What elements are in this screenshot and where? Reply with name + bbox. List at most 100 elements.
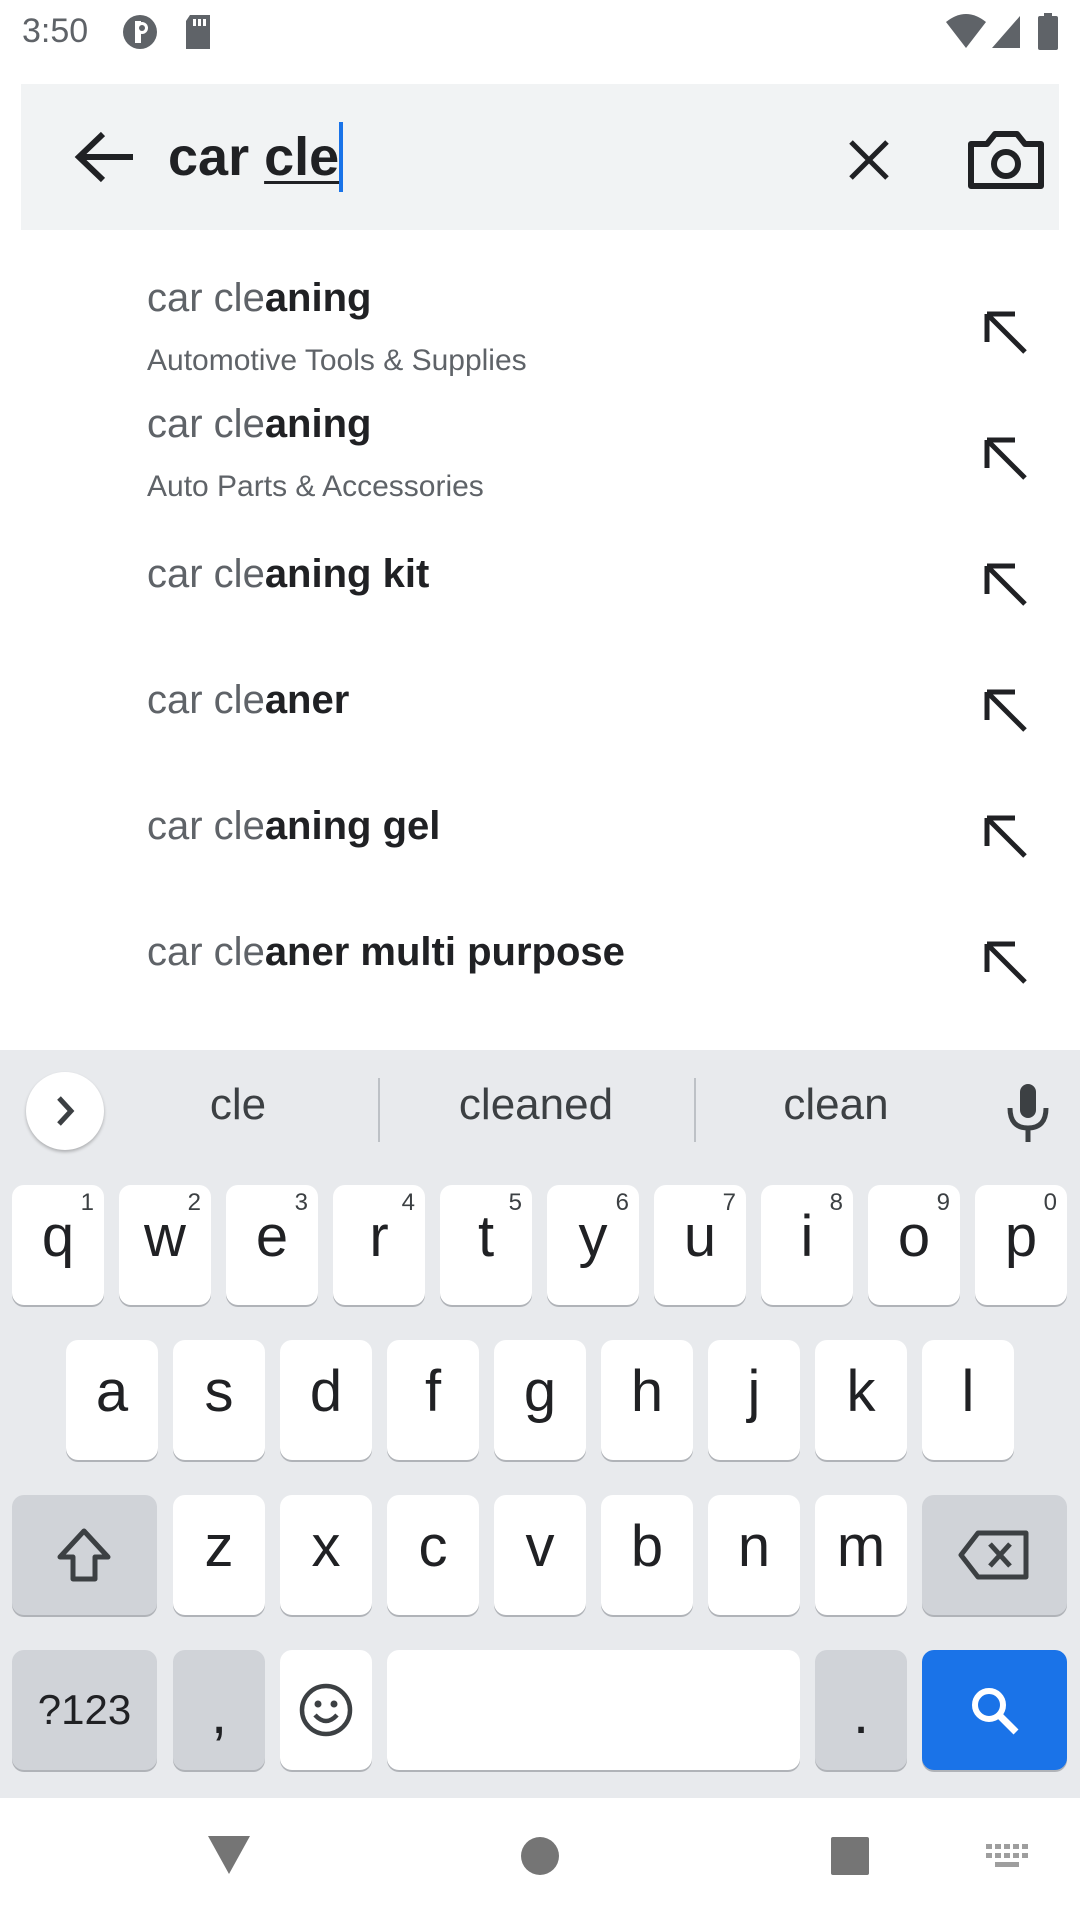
suggestion-completion: aner [264, 678, 350, 722]
key-e[interactable]: 3e [226, 1185, 318, 1305]
key-c[interactable]: c [387, 1495, 479, 1615]
emoji-key[interactable] [280, 1650, 372, 1770]
fill-query-arrow-icon[interactable] [975, 680, 1035, 740]
comma-key[interactable]: , [173, 1650, 265, 1770]
camera-search-button[interactable] [961, 120, 1051, 200]
key-l[interactable]: l [922, 1340, 1014, 1460]
suggestion-item[interactable]: car cleaner multi purpose [0, 896, 1080, 1022]
microphone-icon [1007, 1084, 1049, 1142]
key-r[interactable]: 4r [333, 1185, 425, 1305]
backspace-key[interactable] [922, 1495, 1067, 1615]
suggestion-completion: aning [264, 276, 372, 320]
key-label: , [210, 1681, 228, 1746]
shift-key[interactable] [12, 1495, 157, 1615]
key-x[interactable]: x [280, 1495, 372, 1615]
key-label: s [204, 1359, 234, 1424]
key-label: p [1004, 1204, 1038, 1269]
recents-square-icon[interactable] [830, 1836, 870, 1876]
key-label: i [800, 1204, 814, 1269]
key-label: b [630, 1514, 664, 1579]
fill-query-arrow-icon[interactable] [975, 428, 1035, 488]
key-z[interactable]: z [173, 1495, 265, 1615]
key-j[interactable]: j [708, 1340, 800, 1460]
key-label: z [204, 1514, 234, 1579]
search-icon [972, 1688, 1019, 1735]
suggestion-item[interactable]: car cleaning Automotive Tools & Supplies [0, 266, 1080, 392]
key-label: c [418, 1514, 448, 1579]
suggestion-typed: car cle [147, 930, 265, 974]
key-f[interactable]: f [387, 1340, 479, 1460]
fill-query-arrow-icon[interactable] [975, 932, 1035, 992]
word-suggestion[interactable]: clean [716, 1080, 956, 1130]
key-a[interactable]: a [66, 1340, 158, 1460]
text-caret [339, 122, 344, 192]
key-label: r [369, 1204, 389, 1269]
chevron-right-icon [57, 1096, 75, 1126]
key-label: o [897, 1204, 931, 1269]
key-m[interactable]: m [815, 1495, 907, 1615]
key-q[interactable]: 1q [12, 1185, 104, 1305]
key-label: f [424, 1359, 442, 1424]
system-nav-bar [0, 1798, 1080, 1920]
key-k[interactable]: k [815, 1340, 907, 1460]
suggestion-item[interactable]: car cleaning kit [0, 518, 1080, 644]
key-label: y [578, 1204, 608, 1269]
fill-query-arrow-icon[interactable] [975, 806, 1035, 866]
word-suggestion[interactable]: cle [150, 1080, 326, 1130]
sd-card-icon [186, 15, 210, 49]
key-label: h [630, 1359, 664, 1424]
suggestion-typed: car cle [147, 552, 265, 596]
suggestion-completion: aner multi purpose [264, 930, 625, 974]
key-v[interactable]: v [494, 1495, 586, 1615]
fill-query-arrow-icon[interactable] [975, 554, 1035, 614]
word-suggestion[interactable]: cleaned [400, 1080, 672, 1130]
suggestion-item[interactable]: car cleaning Auto Parts & Accessories [0, 392, 1080, 518]
back-button[interactable] [61, 122, 151, 192]
search-input[interactable]: car cle [168, 122, 344, 192]
key-label: m [836, 1514, 886, 1579]
toolbar-expand-button[interactable] [26, 1072, 104, 1150]
key-b[interactable]: b [601, 1495, 693, 1615]
key-n[interactable]: n [708, 1495, 800, 1615]
key-d[interactable]: d [280, 1340, 372, 1460]
suggestion-text: car cleaner [147, 678, 349, 723]
suggestion-item[interactable]: car cleaning gel [0, 770, 1080, 896]
fill-query-arrow-icon[interactable] [975, 302, 1035, 362]
key-label: v [525, 1514, 555, 1579]
key-s[interactable]: s [173, 1340, 265, 1460]
wifi-icon [946, 14, 986, 48]
backspace-icon [958, 1530, 1029, 1580]
key-i[interactable]: 8i [761, 1185, 853, 1305]
divider [378, 1078, 380, 1142]
period-key[interactable]: . [815, 1650, 907, 1770]
key-t[interactable]: 5t [440, 1185, 532, 1305]
on-screen-keyboard: cle cleaned clean 1q 2w 3e 4r 5t 6y 7u 8… [0, 1050, 1080, 1798]
home-circle-icon[interactable] [520, 1836, 560, 1876]
keyboard-switch-icon[interactable] [986, 1844, 1030, 1872]
key-label: l [961, 1359, 975, 1424]
query-typed: cle [264, 127, 340, 187]
emoji-icon [299, 1683, 353, 1737]
privacy-indicator-icon [123, 15, 157, 49]
suggestion-completion: aning kit [264, 552, 430, 596]
suggestion-item[interactable]: car cleaner [0, 644, 1080, 770]
key-label: k [846, 1359, 876, 1424]
key-p[interactable]: 0p [975, 1185, 1067, 1305]
key-w[interactable]: 2w [119, 1185, 211, 1305]
key-label: n [737, 1514, 771, 1579]
key-label: . [852, 1681, 870, 1746]
key-label: u [683, 1204, 717, 1269]
clear-button[interactable] [829, 120, 909, 200]
key-label: w [144, 1204, 186, 1269]
search-action-key[interactable] [922, 1650, 1067, 1770]
key-o[interactable]: 9o [868, 1185, 960, 1305]
back-triangle-icon[interactable] [206, 1834, 252, 1876]
voice-input-button[interactable] [1000, 1080, 1056, 1146]
key-h[interactable]: h [601, 1340, 693, 1460]
key-g[interactable]: g [494, 1340, 586, 1460]
symbols-key[interactable]: ?123 [12, 1650, 157, 1770]
divider [694, 1078, 696, 1142]
key-y[interactable]: 6y [547, 1185, 639, 1305]
space-key[interactable] [387, 1650, 800, 1770]
key-u[interactable]: 7u [654, 1185, 746, 1305]
